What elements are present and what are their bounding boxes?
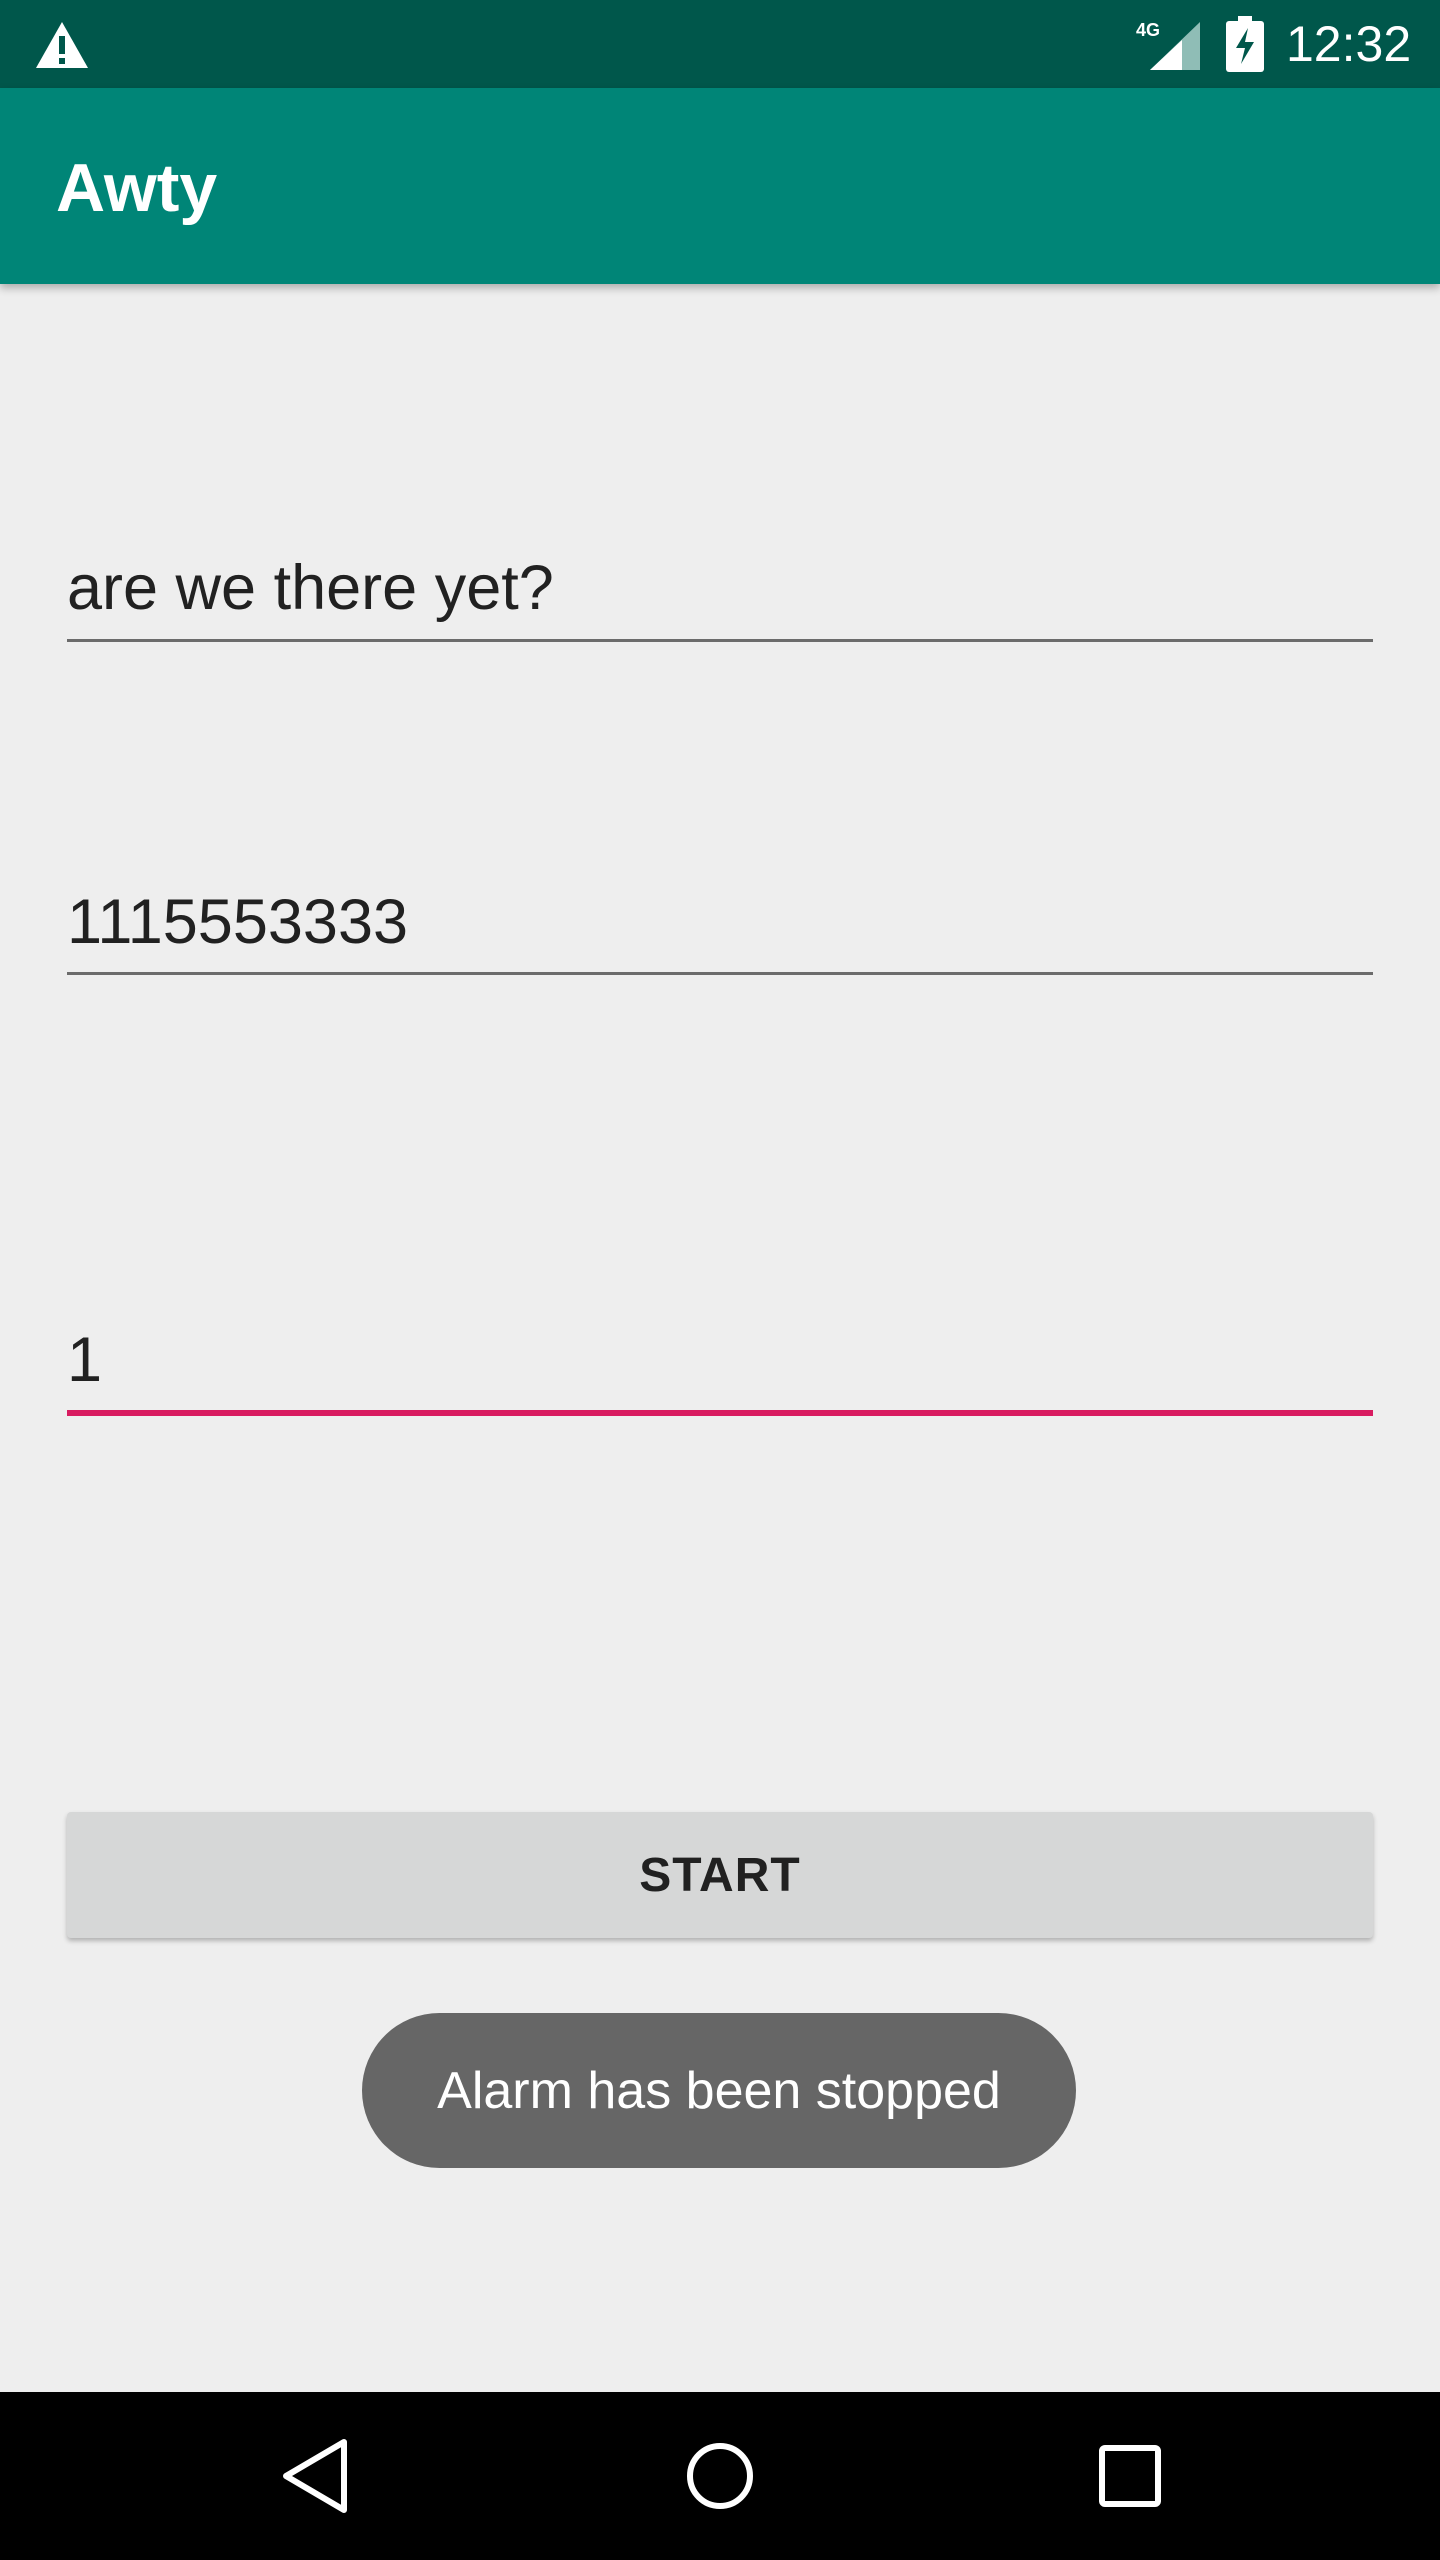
back-icon[interactable] <box>280 2436 350 2516</box>
toast: Alarm has been stopped <box>362 2013 1076 2168</box>
signal-icon: 4G <box>1136 20 1200 70</box>
recents-icon[interactable] <box>1092 2438 1168 2514</box>
start-button[interactable]: START <box>67 1812 1373 1938</box>
start-button-label: START <box>639 1848 801 1902</box>
interval-input-text: 1 <box>67 1325 103 1395</box>
battery-charging-icon <box>1226 16 1264 72</box>
network-type-label: 4G <box>1136 20 1160 40</box>
phone-input-text: 1115553333 <box>67 887 409 957</box>
alert-icon <box>36 22 88 68</box>
status-time: 12:32 <box>1286 16 1412 72</box>
home-icon[interactable] <box>680 2436 760 2516</box>
toast-message: Alarm has been stopped <box>437 2061 1001 2120</box>
app-title: Awty <box>56 150 218 226</box>
phone-field[interactable]: 1115553333 <box>67 884 1373 980</box>
interval-field[interactable]: 1 <box>67 1322 1373 1418</box>
status-bar: 4G 12:32 <box>0 0 1440 88</box>
navigation-bar <box>0 2392 1440 2560</box>
interval-underline-focused <box>67 1410 1373 1416</box>
message-input-text: are we there yet? <box>67 553 554 623</box>
message-field[interactable]: are we there yet? <box>67 550 1373 646</box>
app-bar: Awty <box>0 88 1440 284</box>
phone-underline <box>67 972 1373 975</box>
message-underline <box>67 639 1373 642</box>
